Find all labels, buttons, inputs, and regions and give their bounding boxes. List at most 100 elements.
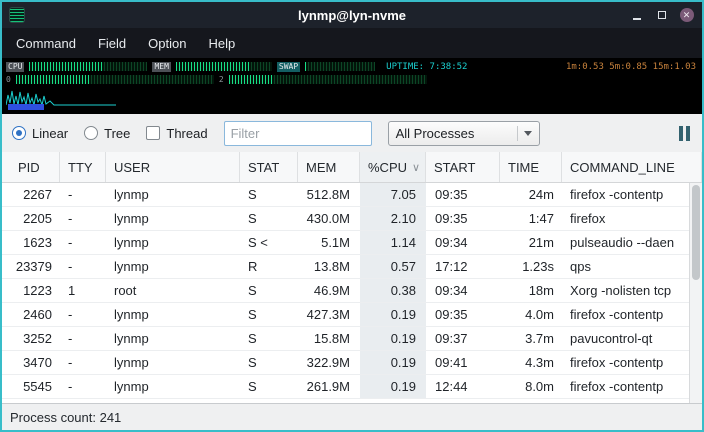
cell-start: 12:44 [426, 375, 500, 398]
cell-user: lynmp [106, 231, 240, 254]
restore-button[interactable] [654, 8, 669, 23]
table-row[interactable]: 1623-lynmpS <5.1M1.1409:3421mpulseaudio … [2, 231, 689, 255]
cell-cpu: 0.19 [360, 375, 426, 398]
app-icon [10, 8, 24, 22]
close-button[interactable]: ✕ [679, 8, 694, 23]
column-header-tty[interactable]: TTY [60, 152, 106, 182]
cell-stat: S < [240, 231, 298, 254]
thread-checkbox[interactable]: Thread [146, 126, 207, 141]
cell-tty: 1 [60, 279, 106, 302]
table-row[interactable]: 5545-lynmpS261.9M0.1912:448.0mfirefox -c… [2, 375, 689, 399]
vertical-scrollbar[interactable] [689, 183, 702, 403]
cell-pid: 3252 [2, 327, 60, 350]
cell-time: 4.3m [500, 351, 562, 374]
scrollbar-thumb[interactable] [692, 185, 700, 280]
system-monitor[interactable]: CPU MEM SWAP UPTIME: 7:38:52 1m:0.53 5m:… [2, 58, 702, 114]
monitor-row-2: 0 2 [6, 73, 698, 86]
process-scope-select[interactable]: All Processes [388, 121, 540, 146]
cell-cmd: firefox [562, 207, 689, 230]
table-row[interactable]: 3252-lynmpS15.8M0.1909:373.7mpavucontrol… [2, 327, 689, 351]
minimize-icon [633, 18, 641, 20]
cell-stat: S [240, 183, 298, 206]
select-value: All Processes [396, 126, 511, 141]
cell-user: lynmp [106, 351, 240, 374]
history-graph [6, 87, 698, 111]
column-header-stat[interactable]: STAT [240, 152, 298, 182]
table-row[interactable]: 23379-lynmpR13.8M0.5717:121.23sqps [2, 255, 689, 279]
cell-start: 09:35 [426, 303, 500, 326]
table-row[interactable]: 12231rootS46.9M0.3809:3418mXorg -noliste… [2, 279, 689, 303]
cell-start: 09:41 [426, 351, 500, 374]
menu-item-field[interactable]: Field [88, 32, 136, 55]
menu-item-command[interactable]: Command [6, 32, 86, 55]
filter-input[interactable] [224, 121, 372, 146]
column-header-user[interactable]: USER [106, 152, 240, 182]
cell-start: 09:34 [426, 279, 500, 302]
cell-stat: S [240, 303, 298, 326]
cell-stat: S [240, 351, 298, 374]
cell-tty: - [60, 207, 106, 230]
cell-time: 4.0m [500, 303, 562, 326]
tree-radio[interactable]: Tree [84, 126, 130, 141]
linear-label: Linear [32, 126, 68, 141]
cell-cmd: qps [562, 255, 689, 278]
cell-time: 8.0m [500, 375, 562, 398]
pause-button[interactable] [677, 124, 692, 143]
table-row[interactable]: 2460-lynmpS427.3M0.1909:354.0mfirefox -c… [2, 303, 689, 327]
cell-mem: 512.8M [298, 183, 360, 206]
titlebar[interactable]: lynmp@lyn-nvme ✕ [2, 2, 702, 28]
sort-descending-icon: ∨ [412, 161, 420, 174]
cell-pid: 2460 [2, 303, 60, 326]
table-row[interactable]: 2267-lynmpS512.8M7.0509:3524mfirefox -co… [2, 183, 689, 207]
radio-selected-icon [12, 126, 26, 140]
cell-time: 1.23s [500, 255, 562, 278]
radio-unselected-icon [84, 126, 98, 140]
minimize-button[interactable] [629, 8, 644, 23]
cell-user: root [106, 279, 240, 302]
uptime-text: UPTIME: 7:38:52 [386, 62, 467, 72]
thread-label: Thread [166, 126, 207, 141]
cell-stat: S [240, 279, 298, 302]
swap-label: SWAP [277, 62, 300, 72]
cell-stat: S [240, 327, 298, 350]
app-window: lynmp@lyn-nvme ✕ Command Field Option He… [0, 0, 704, 432]
column-header-mem[interactable]: MEM [298, 152, 360, 182]
cell-pid: 23379 [2, 255, 60, 278]
restore-icon [658, 11, 666, 19]
cell-pid: 1223 [2, 279, 60, 302]
cell-user: lynmp [106, 183, 240, 206]
cell-time: 3.7m [500, 327, 562, 350]
process-count-text: Process count: 241 [10, 410, 121, 425]
table-row[interactable]: 2205-lynmpS430.0M2.1009:351:47firefox [2, 207, 689, 231]
tree-label: Tree [104, 126, 130, 141]
cell-user: lynmp [106, 303, 240, 326]
table-body: 2267-lynmpS512.8M7.0509:3524mfirefox -co… [2, 183, 689, 403]
cell-mem: 427.3M [298, 303, 360, 326]
core0-meter [16, 75, 214, 84]
cpu-meter [29, 62, 147, 71]
cell-mem: 46.9M [298, 279, 360, 302]
column-header-command-line[interactable]: COMMAND_LINE [562, 152, 702, 182]
cell-cmd: firefox -contentp [562, 351, 689, 374]
core0-label: 0 [6, 75, 11, 84]
table-row[interactable]: 3470-lynmpS322.9M0.1909:414.3mfirefox -c… [2, 351, 689, 375]
statusbar: Process count: 241 [2, 403, 702, 430]
column-header-start[interactable]: START [426, 152, 500, 182]
cell-time: 24m [500, 183, 562, 206]
cell-cpu: 0.19 [360, 351, 426, 374]
toolbar: Linear Tree Thread All Processes [2, 114, 702, 152]
column-header-pid[interactable]: PID [2, 152, 60, 182]
mem-meter [176, 62, 272, 71]
cell-tty: - [60, 255, 106, 278]
menu-item-help[interactable]: Help [198, 32, 245, 55]
window-controls: ✕ [629, 8, 694, 23]
menu-item-option[interactable]: Option [138, 32, 196, 55]
linear-radio[interactable]: Linear [12, 126, 68, 141]
column-header-time[interactable]: TIME [500, 152, 562, 182]
pause-icon [679, 126, 683, 141]
cell-pid: 1623 [2, 231, 60, 254]
cell-cpu: 0.57 [360, 255, 426, 278]
cell-time: 18m [500, 279, 562, 302]
column-header-cpu[interactable]: %CPU ∨ [360, 152, 426, 182]
cell-stat: R [240, 255, 298, 278]
